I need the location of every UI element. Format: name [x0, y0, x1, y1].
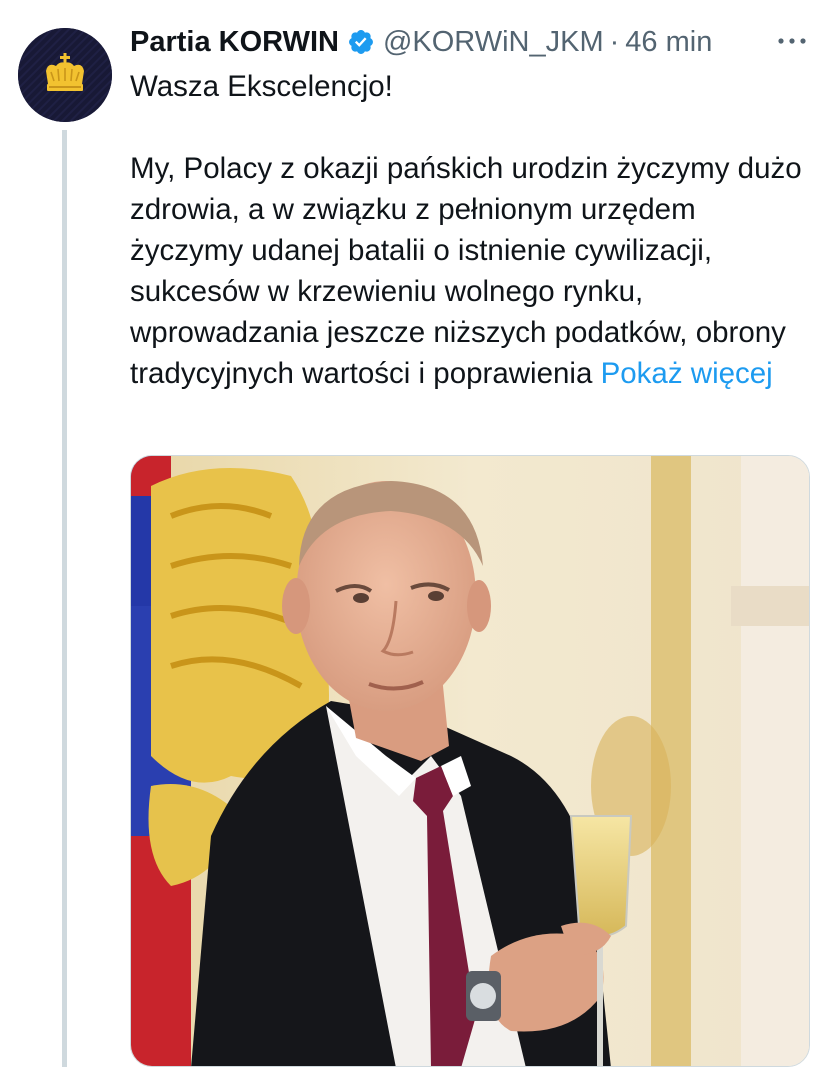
tweet-media-photo[interactable] [130, 455, 810, 1067]
tweet-text-body-content: My, Polacy z okazji pańskich urodzin życ… [130, 152, 802, 390]
tweet-text: Wasza Ekscelencjo! My, Polacy z okazji p… [130, 66, 810, 394]
header-separator: · [609, 26, 620, 58]
author-avatar[interactable] [18, 28, 112, 122]
tweet-text-body: My, Polacy z okazji pańskich urodzin życ… [130, 148, 810, 394]
tweet-header: Partia KORWIN @KORWiN_JKM · 46 min [130, 22, 820, 62]
photo-image [131, 456, 809, 1066]
thread-line [62, 130, 67, 1067]
show-more-link[interactable]: Pokaż więcej [601, 357, 773, 390]
more-options-icon[interactable] [774, 26, 810, 56]
verified-badge-icon[interactable] [347, 28, 375, 56]
tweet[interactable]: Partia KORWIN @KORWiN_JKM · 46 min Wasza… [0, 0, 828, 1067]
tweet-text-greeting: Wasza Ekscelencjo! [130, 70, 393, 103]
tweet-timestamp[interactable]: 46 min [625, 22, 712, 62]
crown-icon [18, 28, 112, 122]
author-display-name[interactable]: Partia KORWIN [130, 22, 339, 62]
author-handle[interactable]: @KORWiN_JKM [383, 22, 604, 62]
